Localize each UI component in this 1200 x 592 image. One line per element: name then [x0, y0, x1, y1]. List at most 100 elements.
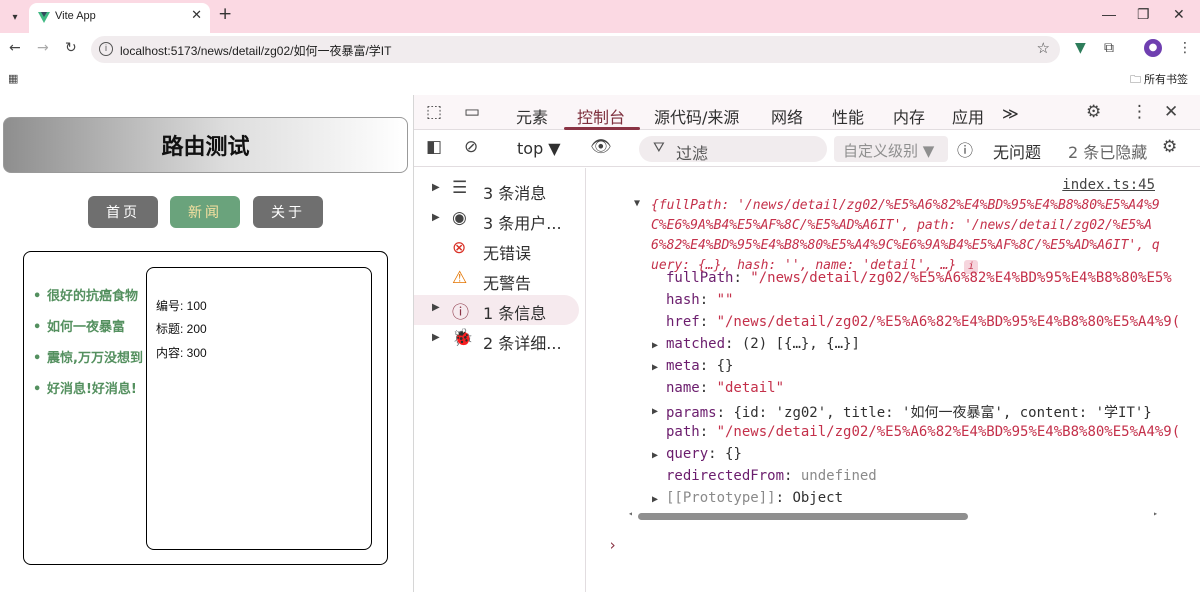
sidebar-toggle-icon[interactable]: ◧	[426, 137, 442, 157]
expand-arrow-icon[interactable]: ▶	[652, 340, 658, 351]
prop-value: {}	[725, 446, 742, 462]
filter-input[interactable]: ⛛ 过滤	[639, 136, 827, 163]
prop-query[interactable]: query: {}	[666, 446, 742, 462]
detail-id: 编号: 100	[156, 299, 207, 313]
all-bookmarks[interactable]: 🗀 所有书签	[1130, 71, 1188, 90]
source-link[interactable]: index.ts:45	[1062, 177, 1155, 193]
scroll-right-icon[interactable]: ▸	[1153, 509, 1158, 518]
url-text[interactable]: localhost:5173/news/detail/zg02/如何一夜暴富/学…	[120, 42, 391, 59]
settings-gear-icon[interactable]: ⚙	[1086, 102, 1101, 122]
maximize-button[interactable]: ❐	[1137, 6, 1150, 23]
console-settings-icon[interactable]: ⚙	[1162, 137, 1177, 157]
hidden-count: 2 条已隐藏	[1068, 143, 1148, 162]
prop-key: redirectedFrom	[666, 468, 785, 484]
expand-arrow-icon[interactable]: ▶	[432, 332, 440, 343]
prop-href[interactable]: href: "/news/detail/zg02/%E5%A6%82%E4%BD…	[666, 314, 1180, 330]
scroll-left-icon[interactable]: ◂	[628, 509, 633, 518]
tab-console[interactable]: 控制台	[577, 104, 625, 128]
horizontal-scrollbar[interactable]: ◂ ▸	[628, 509, 1158, 521]
news-item[interactable]: 如何一夜暴富	[33, 312, 148, 343]
nav-home-link[interactable]: 首页	[88, 196, 158, 228]
news-item[interactable]: 震惊,万万没想到	[33, 343, 148, 374]
minimize-button[interactable]: —	[1102, 6, 1116, 22]
new-tab-button[interactable]: +	[218, 4, 232, 24]
expand-arrow-icon[interactable]: ▶	[432, 212, 440, 223]
expand-arrow-icon[interactable]: ▶	[432, 302, 440, 313]
expand-arrow-icon[interactable]: ▶	[652, 362, 658, 373]
expand-arrow-icon[interactable]: ▶	[652, 450, 658, 461]
sidebar-item-warnings[interactable]: ⚠ 无警告	[414, 265, 579, 295]
tab-strip: ▾ Vite App ✕ + — ❐ ✕	[0, 0, 1200, 33]
expand-arrow-icon[interactable]: ▶	[652, 406, 658, 417]
apps-grid-icon[interactable]: ▦	[8, 72, 18, 85]
issues-count[interactable]: 无问题	[993, 139, 1041, 163]
nav-about-link[interactable]: 关于	[253, 196, 323, 228]
prop-fullpath[interactable]: fullPath: "/news/detail/zg02/%E5%A6%82%E…	[666, 270, 1172, 286]
tab-search-icon[interactable]: ▾	[4, 6, 26, 28]
prop-name[interactable]: name: "detail"	[666, 380, 784, 396]
filter-funnel-icon: ⛛	[653, 140, 665, 156]
expand-arrow-icon[interactable]: ▶	[652, 494, 658, 505]
sidebar-item-verbose[interactable]: ▶ 🐞 2 条详细...	[414, 325, 579, 355]
inspect-element-icon[interactable]: ⬚	[426, 102, 442, 122]
info-icon: ⓘ	[452, 303, 469, 323]
more-tabs-icon[interactable]: ≫	[1002, 104, 1019, 123]
sidebar-item-user-messages[interactable]: ▶ ◉ 3 条用户...	[414, 205, 579, 235]
sidebar-item-info[interactable]: ▶ ⓘ 1 条信息	[414, 295, 579, 325]
tab-elements[interactable]: 元素	[516, 104, 548, 128]
filter-placeholder: 过滤	[676, 144, 709, 163]
profile-avatar[interactable]: ●	[1144, 39, 1162, 57]
vue-devtools-extension-icon[interactable]: ▼	[1075, 40, 1086, 56]
console-prompt[interactable]: ›	[608, 536, 617, 554]
log-levels-dropdown[interactable]: 自定义级别 ▼	[834, 136, 948, 162]
prop-prototype[interactable]: [[Prototype]]: Object	[666, 490, 843, 506]
bookmarks-bar: ▦ 🗀 所有书签	[0, 66, 1200, 91]
forward-arrow-icon[interactable]: →	[37, 40, 49, 56]
issues-info-icon[interactable]: ⓘ	[957, 137, 973, 161]
prop-redirectedfrom[interactable]: redirectedFrom: undefined	[666, 468, 877, 484]
tab-sources[interactable]: 源代码/来源	[654, 104, 739, 128]
news-item[interactable]: 很好的抗癌食物	[33, 281, 148, 312]
live-expression-eye-icon[interactable]: 👁	[590, 137, 612, 157]
vite-logo-icon	[38, 12, 50, 23]
news-item[interactable]: 好消息!好消息!	[33, 374, 148, 405]
sidebar-item-errors[interactable]: ⊗ 无错误	[414, 235, 579, 265]
close-window-button[interactable]: ✕	[1173, 6, 1185, 23]
object-preview[interactable]: {fullPath: '/news/detail/zg02/%E5%A6%82%…	[651, 196, 1163, 276]
page-viewport: 路由测试 首页 新闻 关于 很好的抗癌食物 如何一夜暴富 震惊,万万没想到 好消…	[0, 95, 413, 592]
clear-console-icon[interactable]: ⊘	[464, 137, 478, 157]
warning-icon: ⚠	[452, 268, 468, 288]
context-selector[interactable]: top ▼	[517, 139, 561, 158]
back-arrow-icon[interactable]: ←	[9, 40, 21, 56]
close-devtools-icon[interactable]: ✕	[1164, 102, 1178, 122]
console-sidebar: ▶ ☰ 3 条消息 ▶ ◉ 3 条用户... ⊗ 无错误 ⚠ 无警告 ▶ ⓘ 1…	[414, 168, 586, 592]
tab-network[interactable]: 网络	[771, 104, 803, 128]
tab-memory[interactable]: 内存	[893, 104, 925, 128]
tab-application[interactable]: 应用	[952, 104, 984, 128]
address-bar[interactable]: i localhost:5173/news/detail/zg02/如何一夜暴富…	[91, 36, 1060, 63]
close-tab-icon[interactable]: ✕	[191, 8, 202, 23]
detail-title: 标题: 200	[156, 322, 207, 336]
tab-performance[interactable]: 性能	[832, 104, 864, 128]
site-info-icon[interactable]: i	[99, 42, 113, 56]
bookmark-star-icon[interactable]: ☆	[1037, 39, 1050, 57]
prop-matched[interactable]: matched: (2) [{…}, {…}]	[666, 336, 860, 352]
prop-meta[interactable]: meta: {}	[666, 358, 733, 374]
collapse-arrow-icon[interactable]: ▼	[634, 198, 640, 209]
nav-news-link[interactable]: 新闻	[170, 196, 240, 228]
expand-arrow-icon[interactable]: ▶	[432, 182, 440, 193]
prop-hash[interactable]: hash: ""	[666, 292, 733, 308]
devtools-menu-icon[interactable]: ⋮	[1131, 102, 1148, 122]
menu-kebab-icon[interactable]: ⋮	[1178, 40, 1192, 56]
prop-params[interactable]: params: {id: 'zg02', title: '如何一夜暴富', co…	[666, 402, 1152, 422]
device-toolbar-icon[interactable]: ▭	[464, 102, 480, 122]
sidebar-item-messages[interactable]: ▶ ☰ 3 条消息	[414, 175, 579, 205]
extensions-puzzle-icon[interactable]: ⧉	[1104, 40, 1114, 56]
reload-icon[interactable]: ↻	[65, 40, 77, 56]
page-title: 路由测试	[161, 135, 250, 160]
scrollbar-thumb[interactable]	[638, 513, 968, 520]
browser-tab[interactable]: Vite App ✕	[29, 3, 210, 33]
prop-value: "/news/detail/zg02/%E5%A6%82%E4%BD%95%E4…	[716, 424, 1181, 440]
prop-value: Object	[792, 490, 844, 506]
prop-path[interactable]: path: "/news/detail/zg02/%E5%A6%82%E4%BD…	[666, 424, 1180, 440]
